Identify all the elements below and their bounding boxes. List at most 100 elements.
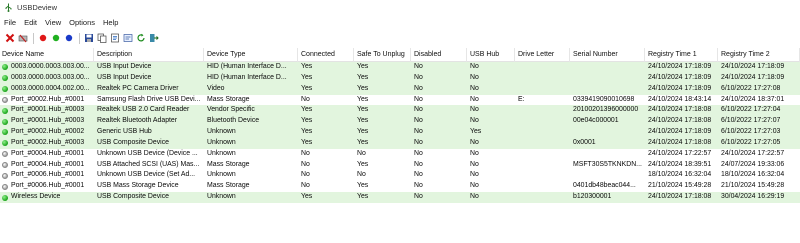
cell-usb-hub: No: [470, 160, 479, 168]
disconnect-icon[interactable]: [17, 33, 28, 44]
cell-device-name: Port_#0006.Hub_#0001: [0, 170, 94, 181]
exit-icon[interactable]: [148, 33, 159, 44]
cell-drive-letter: [515, 149, 570, 160]
cell-registry-time-1: 24/10/2024 18:43:14: [648, 95, 712, 103]
cell-device-name: Port_#0006.Hub_#0001: [0, 181, 94, 192]
cell-connected: No: [301, 171, 310, 179]
table-row[interactable]: Port_#0001.Hub_#0003 Realtek Bluetooth Ad…: [0, 116, 800, 128]
table-row[interactable]: 0003.0000.0004.002.00... Realtek PC Camer…: [0, 83, 800, 95]
cell-safe-to-unplug: Yes: [357, 182, 369, 190]
copy-icon[interactable]: [96, 33, 107, 44]
column-header-registry-time-1[interactable]: Registry Time 1: [645, 48, 718, 62]
cell-connected: Yes: [301, 117, 313, 125]
cell-device-name: Port_#0004.Hub_#0001: [0, 149, 94, 160]
cell-usb-hub: No: [470, 182, 479, 190]
delete-icon[interactable]: [4, 33, 15, 44]
column-header-registry-time-2[interactable]: Registry Time 2: [718, 48, 800, 62]
cell-device-name: 0003.0000.0003.003.00...: [0, 73, 94, 84]
properties-icon[interactable]: [122, 33, 133, 44]
table-row[interactable]: Port_#0002.Hub_#0003 USB Composite Device…: [0, 137, 800, 149]
cell-usb-hub: No: [470, 95, 479, 103]
cell-registry-time-2: 6/10/2022 17:27:03: [721, 128, 781, 136]
html-report-icon[interactable]: [109, 33, 120, 44]
cell-serial-number: 0401db48beac044...: [573, 182, 636, 190]
device-table: Device Name Description Device Type Conn…: [0, 48, 800, 203]
cell-registry-time-1: 24/10/2024 17:18:08: [648, 106, 712, 114]
cell-registry-time-2: 18/10/2024 16:32:04: [721, 171, 785, 179]
menu-help[interactable]: Help: [99, 18, 122, 27]
disconnected-status-icon: [2, 183, 8, 190]
menu-view[interactable]: View: [41, 18, 65, 27]
cell-device-type: Video: [207, 84, 225, 92]
table-row[interactable]: 0003.0000.0003.003.00... USB Input Device…: [0, 72, 800, 84]
toolbar: [0, 30, 800, 46]
device-name-text: Port_#0002.Hub_#0002: [11, 128, 85, 136]
cell-disabled: No: [414, 138, 423, 146]
column-header-device-type[interactable]: Device Type: [204, 48, 298, 62]
menu-options[interactable]: Options: [65, 18, 99, 27]
green-dot-icon[interactable]: [50, 33, 61, 44]
title-bar: USBDeview: [0, 0, 800, 14]
column-header-description[interactable]: Description: [94, 48, 204, 62]
cell-drive-letter: [515, 138, 570, 149]
cell-safe-to-unplug: Yes: [357, 193, 369, 201]
menu-bar: File Edit View Options Help: [0, 16, 122, 28]
cell-registry-time-2: 6/10/2022 17:27:05: [721, 138, 781, 146]
cell-registry-time-1: 24/10/2024 18:39:51: [648, 160, 712, 168]
table-row[interactable]: Port_#0001.Hub_#0003 Realtek USB 2.0 Card…: [0, 105, 800, 117]
cell-description: Unknown USB Device (Set Ad...: [97, 171, 196, 179]
table-row[interactable]: Port_#0002.Hub_#0001 Samsung Flash Drive …: [0, 94, 800, 106]
cell-disabled: No: [414, 95, 423, 103]
cell-disabled: No: [414, 149, 423, 157]
cell-device-name: Wireless Device: [0, 192, 94, 203]
cell-device-type: Unknown: [207, 128, 236, 136]
cell-serial-number: [570, 127, 645, 138]
save-icon[interactable]: [83, 33, 94, 44]
cell-device-type: Unknown: [207, 171, 236, 179]
menu-file[interactable]: File: [0, 18, 20, 27]
column-header-connected[interactable]: Connected: [298, 48, 354, 62]
cell-device-name: Port_#0002.Hub_#0002: [0, 127, 94, 138]
cell-registry-time-2: 24/10/2024 17:18:09: [721, 63, 785, 70]
cell-connected: Yes: [301, 128, 313, 136]
cell-description: Realtek Bluetooth Adapter: [97, 117, 178, 125]
table-row[interactable]: Port_#0004.Hub_#0001 Unknown USB Device (…: [0, 148, 800, 160]
column-header-usb-hub[interactable]: USB Hub: [467, 48, 515, 62]
table-row[interactable]: Port_#0004.Hub_#0001 USB Attached SCSI (U…: [0, 159, 800, 171]
column-header-serial-number[interactable]: Serial Number: [570, 48, 645, 62]
toolbar-separator: [33, 32, 34, 44]
refresh-icon[interactable]: [135, 33, 146, 44]
cell-drive-letter: E:: [518, 95, 525, 103]
column-header-safe-to-unplug[interactable]: Safe To Unplug: [354, 48, 411, 62]
cell-serial-number: 0339419090010698: [573, 95, 635, 103]
column-header-disabled[interactable]: Disabled: [411, 48, 467, 62]
cell-registry-time-2: 30/04/2024 16:29:19: [721, 193, 785, 201]
table-row[interactable]: Wireless Device USB Composite Device Unkno…: [0, 192, 800, 203]
table-row[interactable]: Port_#0006.Hub_#0001 Unknown USB Device (…: [0, 170, 800, 182]
column-header-device-name[interactable]: Device Name: [0, 48, 94, 62]
menu-edit[interactable]: Edit: [20, 18, 41, 27]
cell-disabled: No: [414, 160, 423, 168]
cell-device-name: Port_#0004.Hub_#0001: [0, 160, 94, 171]
device-name-text: 0003.0000.0003.003.00...: [11, 63, 90, 70]
cell-disabled: No: [414, 63, 423, 70]
cell-serial-number: 0x0001: [573, 138, 596, 146]
cell-serial-number: 00e04c000001: [573, 117, 619, 125]
red-dot-icon[interactable]: [37, 33, 48, 44]
cell-disabled: No: [414, 182, 423, 190]
table-row[interactable]: 0003.0000.0003.003.00... USB Input Device…: [0, 62, 800, 73]
table-row[interactable]: Port_#0006.Hub_#0001 USB Mass Storage Dev…: [0, 181, 800, 193]
cell-usb-hub: Yes: [470, 128, 482, 136]
connected-status-icon: [2, 75, 8, 82]
column-header-drive-letter[interactable]: Drive Letter: [515, 48, 570, 62]
cell-safe-to-unplug: No: [357, 171, 366, 179]
blue-dot-icon[interactable]: [63, 33, 74, 44]
cell-registry-time-1: 18/10/2024 16:32:04: [648, 171, 712, 179]
connected-status-icon: [2, 194, 8, 201]
cell-safe-to-unplug: Yes: [357, 106, 369, 114]
cell-safe-to-unplug: Yes: [357, 95, 369, 103]
cell-safe-to-unplug: Yes: [357, 63, 369, 70]
device-name-text: Port_#0002.Hub_#0001: [11, 95, 85, 103]
cell-registry-time-2: 24/10/2024 17:22:57: [721, 149, 785, 157]
table-row[interactable]: Port_#0002.Hub_#0002 Generic USB Hub Unkno…: [0, 127, 800, 138]
